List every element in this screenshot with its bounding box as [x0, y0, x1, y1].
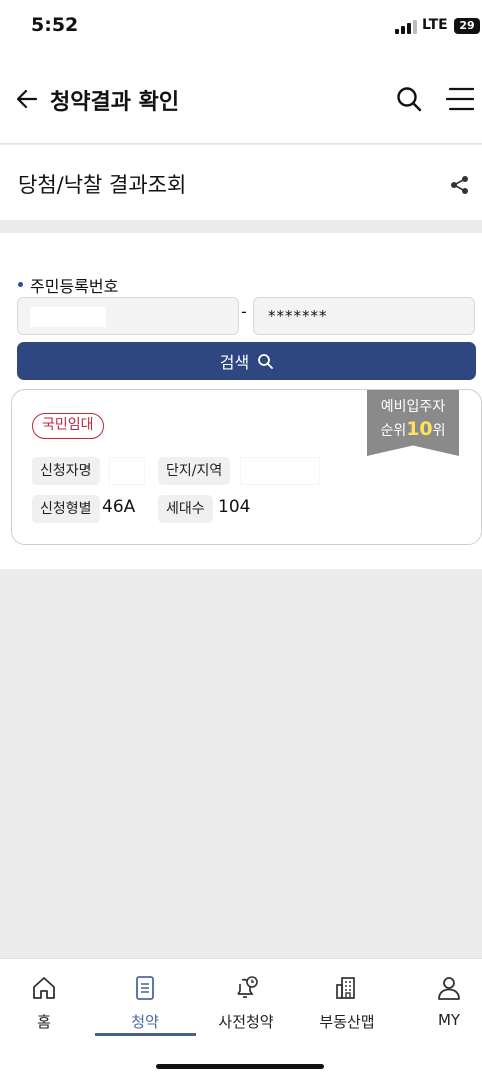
section-title: 당첨/낙찰 결과조회 — [18, 173, 187, 197]
rank-ribbon: 예비입주자 순위10위 — [367, 390, 459, 456]
tab-pre-subscription[interactable]: 사전청약 — [198, 975, 294, 1032]
unit-type-value: 46A — [102, 497, 136, 517]
person-icon — [438, 977, 460, 1000]
unit-type-label: 신청형별 — [32, 495, 100, 523]
network-type: LTE — [422, 17, 448, 33]
applicant-value-masked — [109, 457, 145, 485]
ribbon-prefix: 순위 — [380, 423, 407, 439]
rank-number: 10 — [406, 418, 433, 440]
share-icon[interactable] — [450, 175, 470, 195]
home-icon — [33, 977, 55, 999]
bell-clock-icon — [237, 976, 258, 998]
rrn-label: 주민등록번호 — [18, 273, 118, 297]
tab-label: MY — [437, 1011, 461, 1029]
ribbon-title: 예비입주자 — [380, 399, 446, 415]
tab-label: 홈 — [37, 1013, 51, 1031]
tab-subscription[interactable]: 청약 — [97, 975, 193, 1032]
search-icon — [258, 354, 274, 369]
signal-icon — [395, 20, 417, 34]
section-header: 당첨/낙찰 결과조회 — [0, 145, 482, 220]
tab-label: 사전청약 — [218, 1013, 274, 1031]
rrn-back-input[interactable]: ******* — [253, 297, 475, 335]
lookup-form: 주민등록번호 - ******* 검색 국민임대 예비입주자 순위10위 신청자… — [0, 233, 482, 569]
status-time: 5:52 — [31, 14, 79, 36]
bottom-tab-bar: 홈 청약 사전청약 부동산맵 MY — [0, 958, 482, 1073]
arrow-left-icon[interactable] — [16, 88, 38, 110]
tab-home[interactable]: 홈 — [0, 975, 92, 1032]
status-bar: 5:52 LTE 29 — [0, 0, 482, 56]
app-header: 청약결과 확인 — [0, 56, 482, 144]
rrn-separator: - — [241, 302, 247, 321]
result-card: 국민임대 예비입주자 순위10위 신청자명 단지/지역 신청형별 46A 세대수… — [11, 389, 482, 545]
rrn-front-input[interactable] — [17, 297, 239, 335]
households-label: 세대수 — [158, 495, 213, 523]
home-indicator — [156, 1064, 324, 1069]
search-icon[interactable] — [396, 86, 422, 112]
battery-icon: 29 — [454, 18, 480, 34]
tab-label: 청약 — [131, 1013, 159, 1031]
complex-label: 단지/지역 — [158, 457, 231, 485]
page-title: 청약결과 확인 — [50, 90, 180, 115]
masked-value — [30, 307, 106, 327]
active-tab-indicator — [95, 1033, 196, 1036]
search-button-label: 검색 — [219, 353, 250, 372]
applicant-label: 신청자명 — [32, 457, 100, 485]
hamburger-menu-icon[interactable] — [446, 86, 474, 112]
tab-realestate-map[interactable]: 부동산맵 — [299, 975, 395, 1032]
search-button[interactable]: 검색 — [17, 342, 476, 380]
households-value: 104 — [218, 497, 251, 517]
tab-label: 부동산맵 — [319, 1013, 375, 1031]
document-icon — [136, 976, 154, 1000]
ribbon-suffix: 위 — [432, 423, 446, 439]
complex-value-masked — [240, 457, 320, 485]
housing-type-badge: 국민임대 — [32, 413, 104, 439]
tab-my[interactable]: MY — [401, 975, 482, 1029]
building-map-icon — [336, 977, 355, 999]
